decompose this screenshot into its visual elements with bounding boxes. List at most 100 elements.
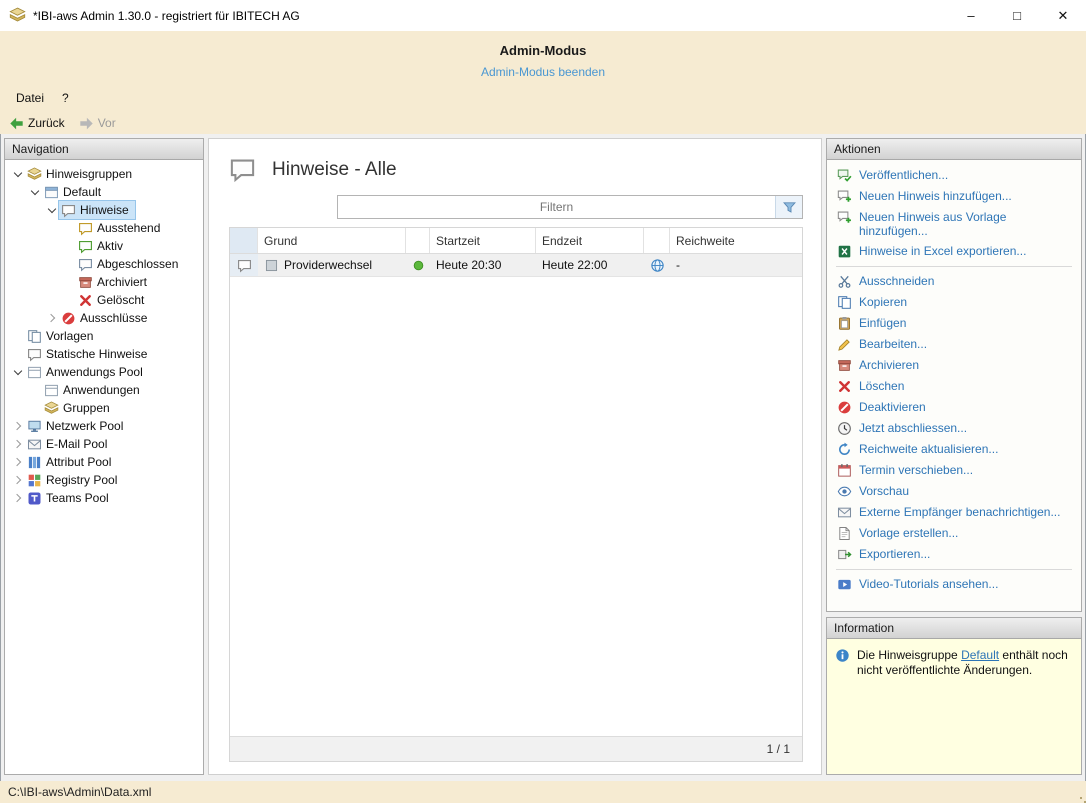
chevron-down-icon[interactable]	[11, 365, 25, 379]
action-veroeffentlichen[interactable]: Veröffentlichen...	[834, 165, 1074, 186]
chevron-down-icon[interactable]	[45, 203, 59, 217]
action-jetzt-abschliessen[interactable]: Jetzt abschliessen...	[834, 418, 1074, 439]
menu-datei[interactable]: Datei	[7, 88, 53, 110]
tree-item-geloescht[interactable]: Gelöscht	[5, 291, 203, 309]
tree-item-email-pool[interactable]: E-Mail Pool	[5, 435, 203, 453]
app-icon	[9, 7, 26, 24]
chevron-right-icon[interactable]	[11, 419, 25, 433]
column-header-scope[interactable]	[644, 228, 670, 253]
cut-icon	[837, 274, 852, 289]
hint-pending-icon	[78, 221, 93, 236]
add-hint-icon	[837, 189, 852, 204]
actions-list: Veröffentlichen... Neuen Hinweis hinzufü…	[827, 160, 1081, 600]
page-title-row: Hinweise - Alle	[229, 156, 803, 183]
tree-item-ausstehend[interactable]: Ausstehend	[5, 219, 203, 237]
action-exportieren[interactable]: Exportieren...	[834, 544, 1074, 565]
copy-icon	[837, 295, 852, 310]
column-header-startzeit[interactable]: Startzeit	[430, 228, 536, 253]
maximize-button[interactable]: □	[994, 0, 1040, 31]
action-vorschau[interactable]: Vorschau	[834, 481, 1074, 502]
column-header-endzeit[interactable]: Endzeit	[536, 228, 644, 253]
tree-indent-spacer	[11, 329, 25, 343]
create-template-icon	[837, 526, 852, 541]
tree-item-ausschluesse[interactable]: Ausschlüsse	[5, 309, 203, 327]
action-archivieren[interactable]: Archivieren	[834, 355, 1074, 376]
attribute-pool-icon	[27, 455, 42, 470]
chevron-down-icon[interactable]	[11, 167, 25, 181]
preview-icon	[837, 484, 852, 499]
tree-item-aktiv[interactable]: Aktiv	[5, 237, 203, 255]
chevron-down-icon[interactable]	[28, 185, 42, 199]
action-excel-exportieren[interactable]: Hinweise in Excel exportieren...	[834, 241, 1074, 262]
default-group-link[interactable]: Default	[961, 648, 999, 662]
column-header-status[interactable]	[406, 228, 430, 253]
tree-item-statische-hinweise[interactable]: Statische Hinweise	[5, 345, 203, 363]
action-video-tutorials[interactable]: Video-Tutorials ansehen...	[834, 574, 1074, 595]
action-ausschneiden[interactable]: Ausschneiden	[834, 271, 1074, 292]
action-kopieren[interactable]: Kopieren	[834, 292, 1074, 313]
chevron-right-icon[interactable]	[11, 491, 25, 505]
back-button-label: Zurück	[28, 116, 65, 130]
action-neuen-hinweis-hinzufuegen[interactable]: Neuen Hinweis hinzufügen...	[834, 186, 1074, 207]
finish-now-icon	[837, 421, 852, 436]
tree-indent-spacer	[28, 401, 42, 415]
action-bearbeiten[interactable]: Bearbeiten...	[834, 334, 1074, 355]
exclusions-icon	[61, 311, 76, 326]
tree-item-hinweise[interactable]: Hinweise	[5, 201, 203, 219]
separator	[836, 266, 1072, 267]
filter-box	[337, 195, 803, 219]
chevron-right-icon[interactable]	[11, 437, 25, 451]
chevron-right-icon[interactable]	[11, 455, 25, 469]
row-endzeit: Heute 22:00	[536, 254, 644, 276]
tree-item-gruppen[interactable]: Gruppen	[5, 399, 203, 417]
filter-input[interactable]	[338, 196, 775, 218]
table-row[interactable]: Providerwechsel Heute 20:30 Heute 22:00 …	[230, 254, 802, 277]
menu-help[interactable]: ?	[53, 88, 78, 110]
application-icon	[264, 258, 279, 273]
tree-item-registry-pool[interactable]: Registry Pool	[5, 471, 203, 489]
tree-item-netzwerk-pool[interactable]: Netzwerk Pool	[5, 417, 203, 435]
tree-indent-spacer	[62, 221, 76, 235]
close-button[interactable]: ✕	[1040, 0, 1086, 31]
action-reichweite-aktualisieren[interactable]: Reichweite aktualisieren...	[834, 439, 1074, 460]
hint-group-icon	[44, 185, 59, 200]
action-neuen-hinweis-aus-vorlage[interactable]: Neuen Hinweis aus Vorlage hinzufügen...	[834, 207, 1074, 241]
tree-item-archiviert[interactable]: Archiviert	[5, 273, 203, 291]
column-header-type[interactable]	[230, 228, 258, 253]
tree-item-vorlagen[interactable]: Vorlagen	[5, 327, 203, 345]
chevron-right-icon[interactable]	[11, 473, 25, 487]
tree-indent-spacer	[62, 293, 76, 307]
action-loeschen[interactable]: Löschen	[834, 376, 1074, 397]
tree-item-default[interactable]: Default	[5, 183, 203, 201]
content-panel: Hinweise - Alle Grund Startzeit Endzeit …	[208, 138, 822, 775]
action-externe-empfaenger[interactable]: Externe Empfänger benachrichtigen...	[834, 502, 1074, 523]
resize-grip-icon[interactable]	[1080, 797, 1082, 799]
hint-icon	[237, 258, 252, 273]
actions-panel: Aktionen Veröffentlichen... Neuen Hinwei…	[826, 138, 1082, 612]
page-title: Hinweise - Alle	[272, 159, 397, 181]
information-message: Die Hinweisgruppe Default enthält noch n…	[827, 639, 1081, 687]
minimize-button[interactable]: –	[948, 0, 994, 31]
add-hint-from-template-icon	[837, 210, 852, 225]
chevron-right-icon[interactable]	[45, 311, 59, 325]
forward-button[interactable]: Vor	[79, 116, 116, 131]
tree-item-hinweisgruppen[interactable]: Hinweisgruppen	[5, 165, 203, 183]
action-einfuegen[interactable]: Einfügen	[834, 313, 1074, 334]
email-pool-icon	[27, 437, 42, 452]
action-vorlage-erstellen[interactable]: Vorlage erstellen...	[834, 523, 1074, 544]
column-header-reichweite[interactable]: Reichweite	[670, 228, 802, 253]
action-deaktivieren[interactable]: Deaktivieren	[834, 397, 1074, 418]
tree-item-anwendungen[interactable]: Anwendungen	[5, 381, 203, 399]
tree-item-teams-pool[interactable]: Teams Pool	[5, 489, 203, 507]
tree-indent-spacer	[62, 239, 76, 253]
column-header-grund[interactable]: Grund	[258, 228, 406, 253]
action-termin-verschieben[interactable]: Termin verschieben...	[834, 460, 1074, 481]
tree-item-abgeschlossen[interactable]: Abgeschlossen	[5, 255, 203, 273]
back-button[interactable]: Zurück	[9, 116, 65, 131]
tree-item-attribut-pool[interactable]: Attribut Pool	[5, 453, 203, 471]
forward-arrow-icon	[79, 116, 94, 131]
tree-item-anwendungs-pool[interactable]: Anwendungs Pool	[5, 363, 203, 381]
exit-admin-mode-link[interactable]: Admin-Modus beenden	[481, 65, 605, 79]
filter-funnel-button[interactable]	[775, 196, 802, 218]
groups-icon	[44, 401, 59, 416]
